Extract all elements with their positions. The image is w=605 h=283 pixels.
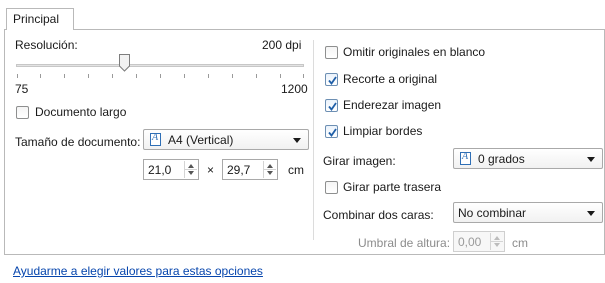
chevron-down-icon bbox=[293, 138, 301, 143]
straighten-image-label: Enderezar imagen bbox=[343, 98, 442, 112]
merge-sides-dropdown[interactable]: No combinar bbox=[453, 202, 603, 223]
chevron-down-icon bbox=[587, 157, 595, 162]
column-divider bbox=[313, 40, 314, 240]
resolution-slider-track[interactable] bbox=[16, 64, 304, 67]
resolution-max-label: 1200 bbox=[281, 82, 308, 96]
height-threshold-label: Umbral de altura: bbox=[358, 236, 451, 250]
resolution-label: Resolución: bbox=[15, 38, 78, 52]
checkmark-icon bbox=[328, 128, 337, 137]
document-size-label: Tamaño de documento: bbox=[15, 135, 141, 149]
height-spinner[interactable] bbox=[263, 161, 276, 178]
dimension-times-sign: × bbox=[207, 163, 215, 177]
straighten-image-checkbox[interactable] bbox=[325, 99, 338, 112]
height-threshold-value: 0,00 bbox=[458, 235, 482, 249]
long-document-checkbox[interactable] bbox=[16, 106, 29, 119]
rotate-image-dropdown[interactable]: 0 grados bbox=[453, 148, 603, 169]
tab-principal[interactable]: Principal bbox=[6, 8, 74, 30]
dimension-unit: cm bbox=[288, 163, 304, 177]
clean-edges-label: Limpiar bordes bbox=[343, 124, 423, 138]
document-height-value: 29,7 bbox=[227, 163, 251, 177]
checkmark-icon bbox=[328, 76, 337, 85]
document-portrait-icon bbox=[150, 132, 161, 146]
resolution-slider-thumb[interactable] bbox=[119, 54, 130, 72]
checkmark-icon bbox=[328, 102, 337, 111]
document-size-dropdown[interactable]: A4 (Vertical) bbox=[143, 129, 309, 150]
document-portrait-icon bbox=[460, 151, 471, 165]
skip-blank-label: Omitir originales en blanco bbox=[343, 45, 486, 59]
help-link[interactable]: Ayudarme a elegir valores para estas opc… bbox=[13, 264, 263, 278]
height-threshold-unit: cm bbox=[512, 236, 528, 250]
document-height-field[interactable]: 29,7 bbox=[222, 159, 278, 180]
width-spinner[interactable] bbox=[184, 161, 197, 178]
crop-to-original-checkbox[interactable] bbox=[325, 73, 338, 86]
merge-sides-label: Combinar dos caras: bbox=[323, 208, 434, 222]
skip-blank-checkbox[interactable] bbox=[325, 46, 338, 59]
document-size-selected: A4 (Vertical) bbox=[168, 133, 234, 147]
long-document-label: Documento largo bbox=[35, 105, 127, 119]
document-width-field[interactable]: 21,0 bbox=[143, 159, 199, 180]
resolution-min-label: 75 bbox=[15, 82, 29, 96]
rotate-back-checkbox[interactable] bbox=[325, 181, 338, 194]
rotate-back-label: Girar parte trasera bbox=[343, 180, 442, 194]
document-width-value: 21,0 bbox=[148, 163, 172, 177]
height-threshold-spinner[interactable] bbox=[490, 233, 503, 250]
height-threshold-field[interactable]: 0,00 bbox=[453, 231, 505, 252]
chevron-down-icon bbox=[587, 211, 595, 216]
clean-edges-checkbox[interactable] bbox=[325, 125, 338, 138]
rotate-image-label: Girar imagen: bbox=[323, 154, 396, 168]
crop-to-original-label: Recorte a original bbox=[343, 72, 438, 86]
resolution-value: 200 dpi bbox=[262, 38, 302, 52]
rotate-image-selected: 0 grados bbox=[478, 152, 525, 166]
merge-sides-selected: No combinar bbox=[458, 206, 527, 220]
